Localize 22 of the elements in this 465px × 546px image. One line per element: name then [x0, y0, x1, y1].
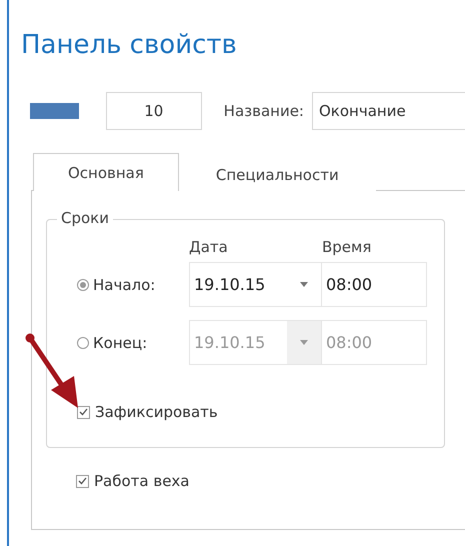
dropdown-arrow-icon [300, 282, 308, 287]
color-swatch[interactable] [30, 103, 79, 119]
checkmark-icon [78, 477, 87, 485]
name-field[interactable]: Окончание [312, 92, 465, 130]
checkmark-icon [79, 408, 88, 416]
checkbox-label[interactable]: Зафиксировать [95, 403, 218, 421]
column-header: Дата [189, 238, 229, 258]
radio-button[interactable] [77, 278, 89, 290]
number-field[interactable]: 10 [106, 92, 202, 130]
tab[interactable]: Основная [33, 153, 179, 191]
checkbox[interactable] [77, 406, 90, 418]
arrow-icon [25, 333, 79, 409]
time-field[interactable]: 08:00 [322, 262, 427, 307]
checkbox-label[interactable]: Работа веха [94, 472, 190, 490]
checkbox[interactable] [76, 474, 89, 488]
window-title: Панель свойств [21, 30, 238, 62]
date-dropdown[interactable]: 19.10.15 [189, 262, 322, 307]
group-title: Сроки [57, 209, 113, 227]
name-label: Название: [224, 102, 304, 120]
column-header: Время [322, 238, 372, 258]
radio-label[interactable]: Начало: [93, 276, 156, 294]
dropdown-arrow-icon [300, 340, 308, 345]
